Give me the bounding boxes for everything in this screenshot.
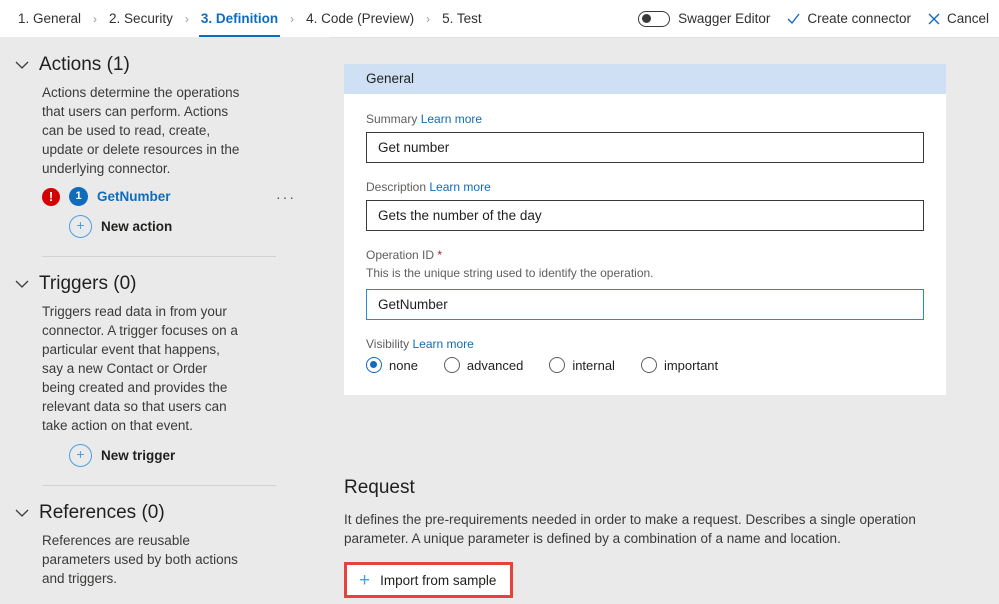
description-label: Description Learn more bbox=[366, 180, 924, 194]
radio-dot-icon bbox=[640, 357, 657, 373]
visibility-radio-advanced-label: advanced bbox=[466, 357, 524, 373]
summary-input[interactable] bbox=[366, 132, 924, 163]
definition-main: General Summary Learn more Description L… bbox=[330, 37, 999, 604]
operation-id-hint: This is the unique string used to identi… bbox=[366, 266, 654, 280]
checkmark-icon bbox=[786, 11, 801, 26]
operation-id-label: Operation ID * bbox=[366, 248, 924, 262]
sidebar-section-references: References (0) References are reusable p… bbox=[0, 502, 330, 588]
radio-dot-icon bbox=[366, 357, 382, 373]
chevron-right-icon: › bbox=[290, 11, 295, 26]
operation-id-label-text: Operation ID bbox=[366, 248, 435, 262]
cancel-button[interactable]: Cancel bbox=[927, 11, 989, 26]
sidebar-section-triggers-header[interactable]: Triggers (0) bbox=[15, 273, 300, 295]
radio-dot-icon bbox=[443, 357, 460, 373]
import-from-sample-label: Import from sample bbox=[380, 572, 497, 588]
swagger-editor-toggle[interactable]: Swagger Editor bbox=[638, 10, 771, 27]
sidebar-section-references-header[interactable]: References (0) bbox=[15, 502, 300, 524]
sidebar-section-triggers-description: Triggers read data in from your connecto… bbox=[42, 304, 238, 433]
sidebar-section-actions: Actions (1) Actions determine the operat… bbox=[0, 37, 330, 238]
wizard-step-code-preview[interactable]: 4. Code (Preview) bbox=[296, 0, 424, 37]
topbar-commands: Swagger Editor Create connector Cancel bbox=[638, 0, 989, 37]
plus-circle-icon: + bbox=[69, 215, 92, 238]
wizard-step-general[interactable]: 1. General bbox=[8, 0, 91, 37]
plus-icon: + bbox=[359, 569, 371, 591]
visibility-radio-internal[interactable]: internal bbox=[549, 357, 615, 373]
sidebar-section-triggers: Triggers (0) Triggers read data in from … bbox=[0, 273, 330, 467]
summary-label-text: Summary bbox=[366, 112, 418, 126]
request-title: Request bbox=[344, 477, 415, 498]
chevron-down-icon bbox=[15, 507, 31, 520]
visibility-radio-advanced[interactable]: advanced bbox=[443, 357, 524, 373]
new-action-label: New action bbox=[101, 219, 173, 234]
visibility-radio-internal-label: internal bbox=[572, 357, 615, 373]
create-connector-button[interactable]: Create connector bbox=[786, 11, 911, 26]
action-overflow-menu-icon[interactable]: ··· bbox=[276, 189, 300, 205]
wizard-step-definition[interactable]: 3. Definition bbox=[191, 0, 288, 37]
action-item-label[interactable]: GetNumber bbox=[97, 189, 171, 204]
description-input[interactable] bbox=[366, 200, 924, 231]
sidebar-section-actions-header[interactable]: Actions (1) bbox=[15, 54, 300, 76]
general-card-header: General bbox=[344, 64, 946, 94]
general-card-body: Summary Learn more Description Learn mor… bbox=[344, 94, 946, 395]
chevron-down-icon bbox=[15, 278, 31, 291]
required-asterisk: * bbox=[437, 248, 443, 262]
visibility-learn-more-link[interactable]: Learn more bbox=[412, 337, 473, 351]
description-label-text: Description bbox=[366, 180, 427, 194]
sidebar-divider bbox=[42, 485, 276, 486]
new-action-button[interactable]: + New action bbox=[69, 215, 300, 238]
sidebar-section-actions-description: Actions determine the operations that us… bbox=[42, 85, 240, 176]
chevron-right-icon: › bbox=[426, 11, 431, 26]
sidebar-section-references-description: References are reusable parameters used … bbox=[42, 533, 238, 586]
visibility-radio-important-label: important bbox=[663, 357, 719, 373]
sidebar-divider bbox=[42, 256, 276, 257]
summary-field: Summary Learn more bbox=[366, 112, 924, 163]
summary-label: Summary Learn more bbox=[366, 112, 924, 126]
visibility-field: Visibility Learn more none advanced inte… bbox=[366, 337, 924, 373]
action-order-badge: 1 bbox=[69, 187, 88, 206]
toggle-switch-icon[interactable] bbox=[638, 10, 671, 27]
request-description: It defines the pre-requirements needed i… bbox=[344, 512, 916, 546]
plus-circle-icon: + bbox=[69, 444, 92, 467]
swagger-editor-label: Swagger Editor bbox=[678, 11, 771, 26]
summary-learn-more-link[interactable]: Learn more bbox=[421, 112, 482, 126]
radio-dot-icon bbox=[549, 357, 566, 373]
sidebar-section-actions-title: Actions (1) bbox=[39, 54, 130, 75]
new-trigger-label: New trigger bbox=[101, 448, 176, 463]
visibility-radio-none[interactable]: none bbox=[366, 357, 418, 373]
import-from-sample-button[interactable]: + Import from sample bbox=[347, 565, 511, 595]
visibility-radio-none-label: none bbox=[389, 357, 418, 373]
wizard-step-security[interactable]: 2. Security bbox=[99, 0, 183, 37]
sidebar-section-references-title: References (0) bbox=[39, 502, 165, 523]
definition-sidebar: Actions (1) Actions determine the operat… bbox=[0, 37, 330, 604]
general-card: General Summary Learn more Description L… bbox=[344, 64, 946, 395]
sidebar-section-triggers-title: Triggers (0) bbox=[39, 273, 137, 294]
operation-id-input[interactable] bbox=[366, 289, 924, 320]
chevron-down-icon bbox=[15, 59, 31, 72]
wizard-step-test[interactable]: 5. Test bbox=[432, 0, 492, 37]
error-exclamation-icon: ! bbox=[42, 187, 60, 206]
wizard-topbar: 1. General › 2. Security › 3. Definition… bbox=[0, 0, 999, 38]
cancel-label: Cancel bbox=[946, 11, 989, 26]
description-learn-more-link[interactable]: Learn more bbox=[429, 180, 490, 194]
new-trigger-button[interactable]: + New trigger bbox=[69, 444, 300, 467]
visibility-label: Visibility Learn more bbox=[366, 337, 924, 351]
operation-id-field: Operation ID * This is the unique string… bbox=[366, 248, 924, 320]
close-x-icon bbox=[927, 12, 941, 26]
request-section: Request It defines the pre-requirements … bbox=[344, 477, 964, 598]
visibility-label-text: Visibility bbox=[366, 337, 410, 351]
create-connector-label: Create connector bbox=[807, 11, 911, 26]
action-item-getnumber[interactable]: ! 1 GetNumber ··· bbox=[42, 187, 300, 206]
description-field: Description Learn more bbox=[366, 180, 924, 231]
import-from-sample-highlight: + Import from sample bbox=[344, 562, 514, 598]
wizard-steps: 1. General › 2. Security › 3. Definition… bbox=[0, 0, 492, 37]
chevron-right-icon: › bbox=[93, 11, 98, 26]
visibility-radio-important[interactable]: important bbox=[640, 357, 719, 373]
chevron-right-icon: › bbox=[184, 11, 189, 26]
visibility-radio-group: none advanced internal important bbox=[366, 357, 924, 373]
